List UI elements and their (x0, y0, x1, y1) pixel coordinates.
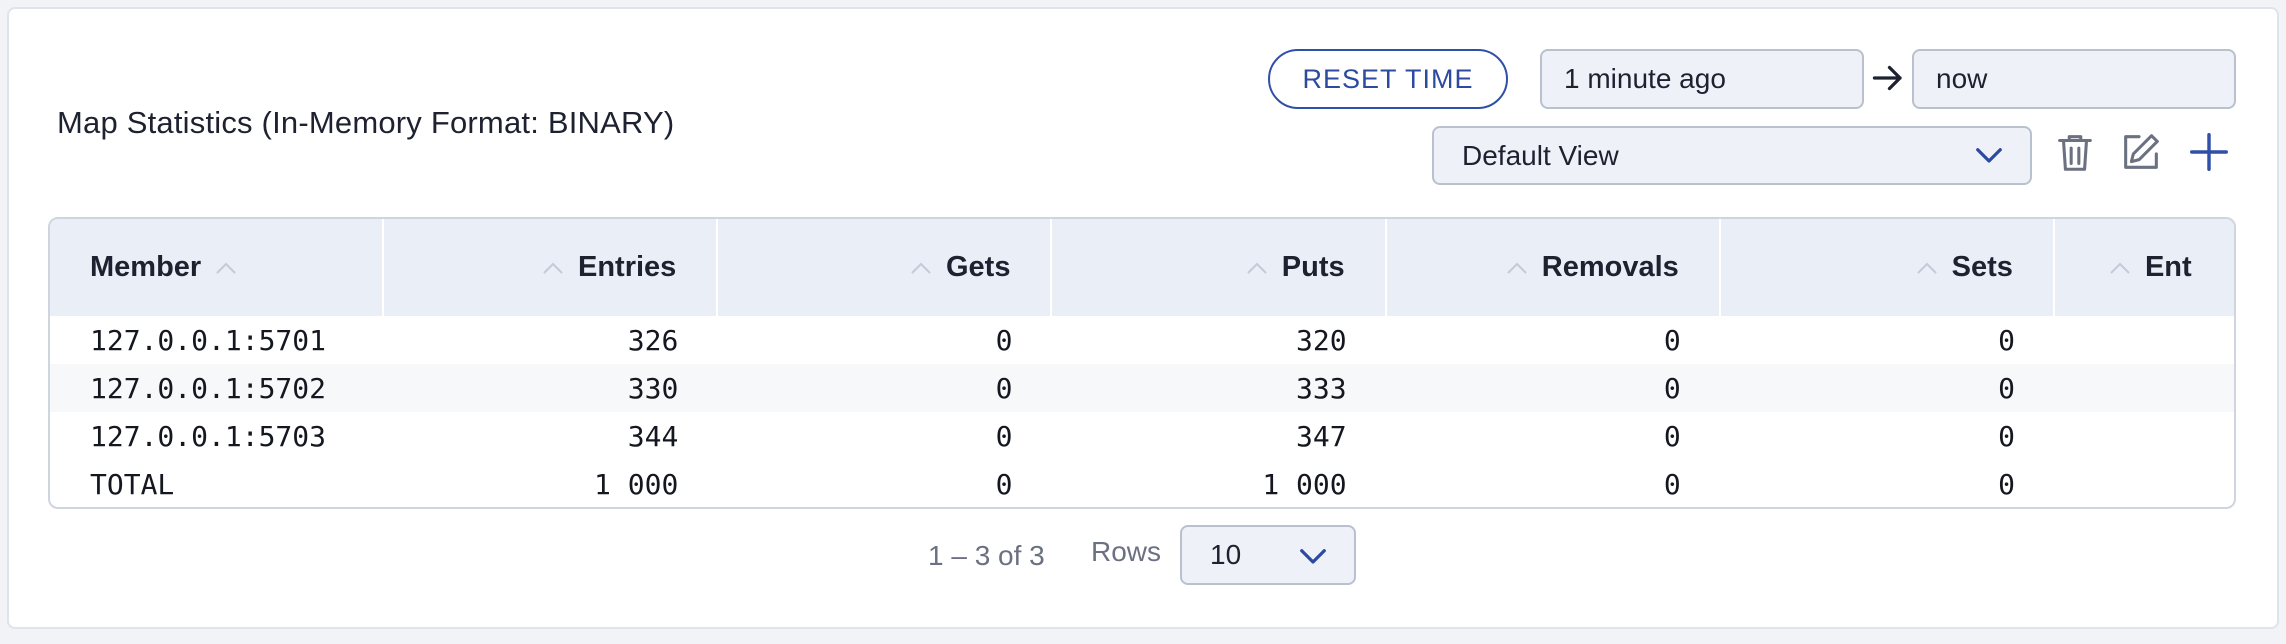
sort-arrow-icon[interactable] (910, 261, 932, 275)
pagination-range: 1 – 3 of 3 (928, 540, 1045, 571)
column-header-member[interactable]: Member (50, 219, 385, 316)
cell-entries: 1 000 (594, 467, 679, 501)
panel-title: Map Statistics (In-Memory Format: BINARY… (57, 105, 675, 140)
rows-per-page-value: 10 (1210, 539, 1242, 570)
cell-removals: 0 (1663, 419, 1681, 453)
table-header: Member Entries Gets Puts Removals Sets E… (50, 219, 2234, 316)
column-label: Gets (945, 251, 1011, 283)
column-label: Member (90, 251, 202, 283)
cell-member: 127.0.0.1:5701 (90, 323, 327, 357)
sort-arrow-icon[interactable] (1506, 261, 1528, 275)
sort-arrow-icon[interactable] (215, 261, 237, 275)
cell-ent: 1 (2055, 468, 2234, 501)
cell-removals: 0 (1663, 323, 1681, 357)
cell-sets: 0 (1998, 371, 2015, 405)
edit-icon[interactable] (2118, 128, 2164, 176)
cell-sets: 0 (1998, 419, 2015, 453)
plus-icon[interactable] (2186, 128, 2232, 176)
cell-gets: 0 (995, 419, 1013, 453)
rows-per-page-select[interactable]: 10 (1180, 525, 1356, 585)
chevron-down-icon (1300, 549, 1326, 564)
cell-entries: 344 (627, 419, 679, 453)
column-label: Puts (1281, 251, 1345, 283)
map-statistics-table: Member Entries Gets Puts Removals Sets E… (48, 217, 2236, 509)
table-row[interactable]: 127.0.0.1:5701 326 0 320 0 0 (50, 316, 2234, 364)
table-row[interactable]: 127.0.0.1:5702 330 0 333 0 0 (50, 364, 2234, 412)
time-to-input[interactable]: now (1912, 49, 2236, 109)
column-label: Entries (577, 251, 677, 283)
cell-gets: 0 (995, 323, 1013, 357)
column-label: Sets (1951, 251, 2013, 283)
table-row-total[interactable]: TOTAL 1 000 0 1 000 0 0 1 (50, 460, 2234, 507)
cell-removals: 0 (1663, 371, 1681, 405)
sort-arrow-icon[interactable] (2109, 261, 2131, 275)
cell-puts: 333 (1296, 371, 1347, 405)
column-header-ent[interactable]: Ent (2055, 219, 2234, 316)
cell-entries: 330 (627, 371, 679, 405)
cell-gets: 0 (995, 371, 1013, 405)
cell-gets: 0 (995, 467, 1013, 501)
sort-arrow-icon[interactable] (542, 261, 564, 275)
sort-arrow-icon[interactable] (1916, 261, 1938, 275)
chevron-down-icon (1976, 148, 2002, 163)
cell-puts: 320 (1296, 323, 1347, 357)
cell-puts: 1 000 (1262, 467, 1347, 501)
view-select[interactable]: Default View (1432, 126, 2032, 185)
cell-sets: 0 (1998, 467, 2015, 501)
trash-icon[interactable] (2052, 128, 2098, 176)
view-select-value: Default View (1462, 139, 1619, 171)
arrow-right-icon (1872, 65, 1902, 91)
cell-member: 127.0.0.1:5703 (90, 419, 327, 453)
column-header-removals[interactable]: Removals (1387, 219, 1721, 316)
cell-puts: 347 (1296, 419, 1347, 453)
rows-per-page-label: Rows (1091, 536, 1162, 567)
column-label: Removals (1541, 251, 1679, 283)
reset-time-button[interactable]: RESET TIME (1268, 49, 1508, 109)
column-header-entries[interactable]: Entries (384, 219, 719, 316)
cell-sets: 0 (1998, 323, 2015, 357)
cell-entries: 326 (627, 323, 679, 357)
column-label: Ent (2144, 251, 2192, 283)
column-header-sets[interactable]: Sets (1721, 219, 2055, 316)
column-header-puts[interactable]: Puts (1052, 219, 1387, 316)
cell-member: 127.0.0.1:5702 (90, 371, 327, 405)
column-header-gets[interactable]: Gets (718, 219, 1053, 316)
cell-removals: 0 (1663, 467, 1681, 501)
table-row[interactable]: 127.0.0.1:5703 344 0 347 0 0 (50, 412, 2234, 460)
sort-arrow-icon[interactable] (1246, 261, 1268, 275)
time-from-input[interactable]: 1 minute ago (1540, 49, 1864, 109)
cell-member: TOTAL (90, 467, 175, 501)
